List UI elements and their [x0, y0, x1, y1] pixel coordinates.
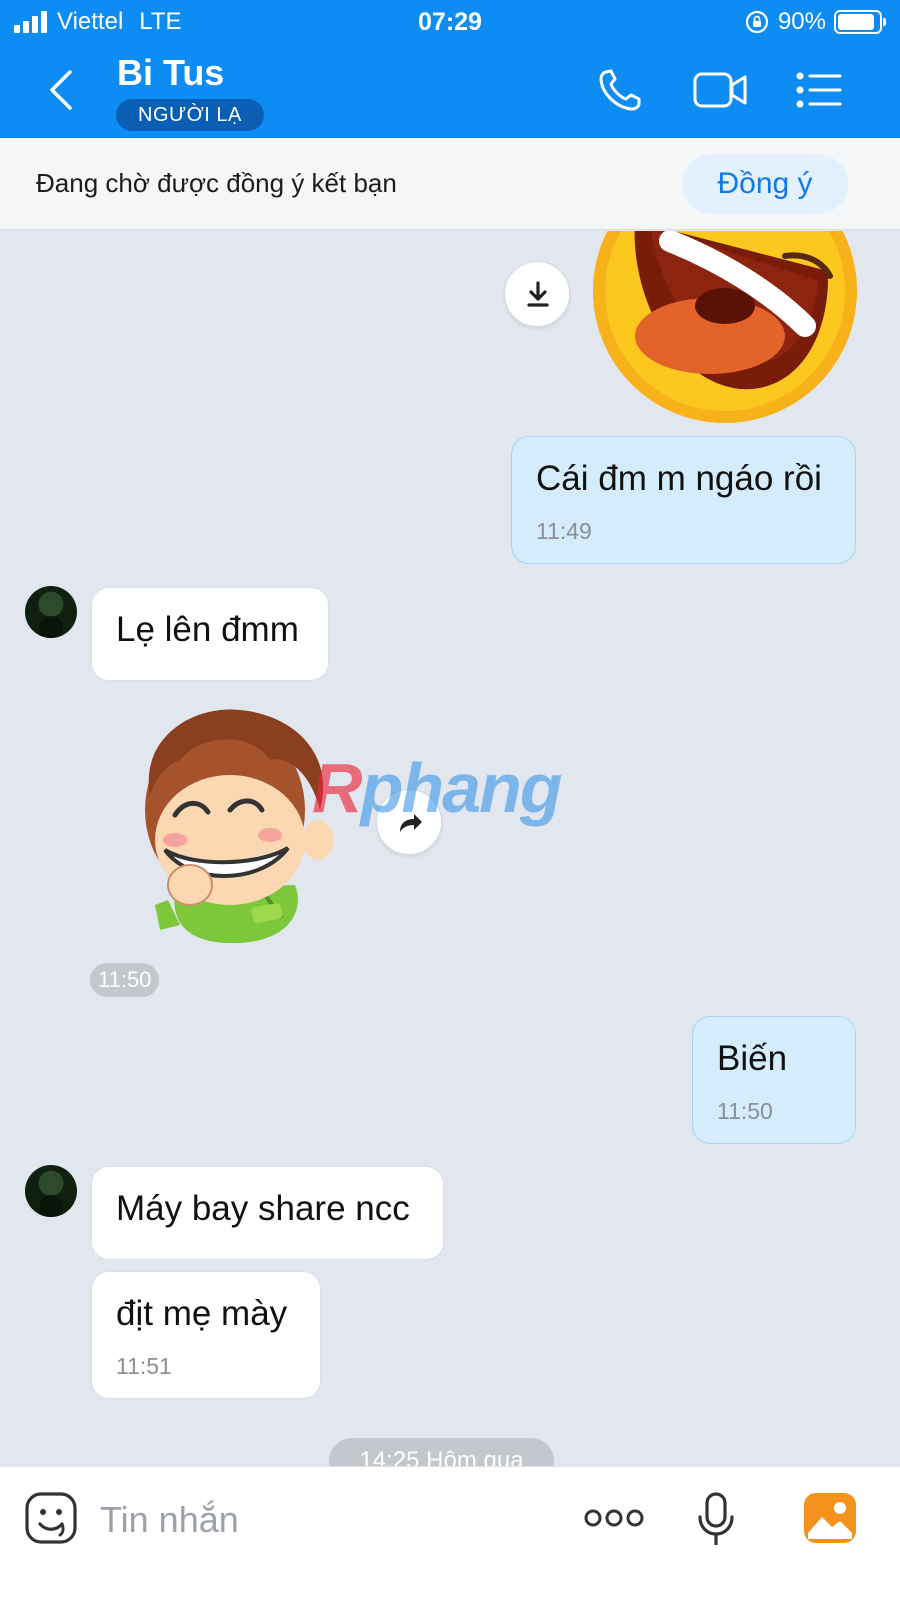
status-right: 90%: [744, 8, 886, 36]
more-dots-icon: [584, 1509, 644, 1527]
contact-avatar[interactable]: [25, 1165, 77, 1217]
voice-call-button[interactable]: [596, 66, 646, 114]
laughing-emoji-sticker[interactable]: [590, 231, 860, 427]
download-button[interactable]: [504, 261, 570, 327]
photo-button[interactable]: [802, 1491, 858, 1550]
message-text: Biến: [717, 1039, 788, 1078]
chat-header: Viettel LTE 07:29 90% Bi Tus NGƯỜI LẠ: [0, 0, 900, 138]
message-text: Cái đm m ngáo rồi: [536, 459, 822, 498]
microphone-icon: [698, 1492, 734, 1545]
download-icon: [527, 281, 549, 307]
grinning-boy-sticker[interactable]: [120, 700, 340, 945]
image-gallery-icon: [804, 1493, 856, 1543]
stranger-badge: NGƯỜI LẠ: [116, 99, 264, 131]
friend-request-bar: Đang chờ được đồng ý kết bạn Đồng ý: [0, 138, 900, 230]
accept-friend-button[interactable]: Đồng ý: [682, 154, 848, 214]
sticker-time: 11:50: [90, 963, 160, 997]
voice-record-button[interactable]: [696, 1491, 736, 1554]
incoming-message[interactable]: Máy bay share ncc: [91, 1166, 444, 1260]
chevron-left-icon: [50, 70, 72, 110]
status-bar: Viettel LTE 07:29 90%: [0, 0, 900, 46]
message-time: 11:51: [116, 1353, 172, 1379]
message-input-bar: [0, 1466, 900, 1600]
emoji-icon: [25, 1492, 77, 1544]
watermark: Rphang: [312, 749, 563, 827]
menu-button[interactable]: [794, 66, 844, 114]
more-options-button[interactable]: [584, 1505, 644, 1536]
contact-name[interactable]: Bi Tus: [117, 52, 224, 94]
phone-icon: [599, 69, 641, 111]
contact-avatar[interactable]: [25, 586, 77, 638]
message-time: 11:50: [717, 1098, 773, 1124]
outgoing-message[interactable]: Cái đm m ngáo rồi 11:49: [511, 436, 856, 564]
video-camera-icon: [693, 72, 747, 108]
sticker-button[interactable]: [24, 1491, 78, 1550]
battery-percent: 90%: [777, 8, 826, 35]
friend-request-status: Đang chờ được đồng ý kết bạn: [36, 168, 397, 198]
message-text: Máy bay share ncc: [116, 1189, 410, 1228]
list-menu-icon: [796, 72, 842, 108]
battery-icon: [834, 10, 886, 34]
back-button[interactable]: [40, 66, 84, 114]
message-input[interactable]: [100, 1497, 520, 1543]
message-time: 11:49: [536, 518, 592, 544]
outgoing-message[interactable]: Biến 11:50: [692, 1016, 856, 1144]
message-text: Lẹ lên đmm: [116, 610, 299, 649]
video-call-button[interactable]: [692, 66, 748, 114]
message-text: địt mẹ mày: [116, 1294, 288, 1333]
incoming-message[interactable]: địt mẹ mày 11:51: [91, 1271, 321, 1399]
incoming-message[interactable]: Lẹ lên đmm: [91, 587, 329, 681]
rotation-lock-icon: [745, 10, 769, 34]
